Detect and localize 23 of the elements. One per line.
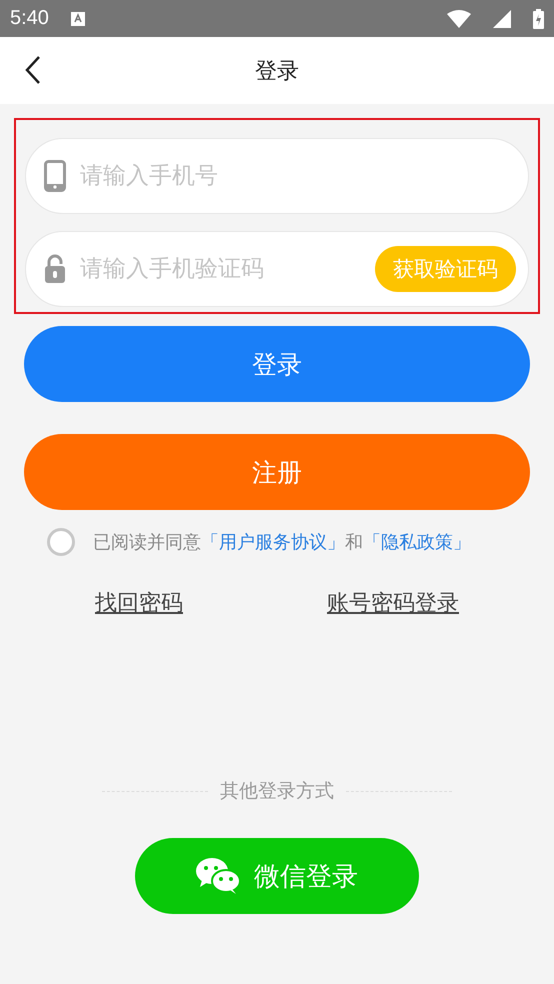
keyboard-icon	[70, 12, 85, 26]
agree-checkbox[interactable]	[47, 528, 75, 556]
signal-icon	[493, 10, 511, 28]
agreement-text: 已阅读并同意	[93, 531, 201, 554]
phone-input[interactable]: 请输入手机号	[78, 162, 516, 190]
register-button[interactable]: 注册	[24, 434, 530, 510]
agreement-text: 和	[345, 531, 363, 554]
wechat-login-button[interactable]: 微信登录	[135, 838, 419, 914]
battery-icon	[533, 8, 544, 28]
other-login-label: 其他登录方式	[220, 779, 334, 804]
status-time: 5:40	[10, 7, 49, 30]
lock-icon	[44, 254, 66, 284]
page-title: 登录	[255, 58, 299, 86]
terms-link[interactable]: 「用户服务协议」	[201, 530, 345, 554]
code-input[interactable]: 请输入手机验证码	[78, 255, 363, 283]
text-link[interactable]: 找回密码	[95, 588, 183, 618]
chat-bubbles-icon	[196, 858, 240, 894]
privacy-link[interactable]: 「隐私政策」	[363, 530, 471, 554]
login-button[interactable]: 登录	[24, 326, 530, 402]
wifi-icon	[447, 10, 471, 28]
phone-icon	[44, 160, 66, 192]
phone-field[interactable]: 请输入手机号	[25, 138, 529, 214]
text-link[interactable]: 账号密码登录	[327, 588, 459, 618]
